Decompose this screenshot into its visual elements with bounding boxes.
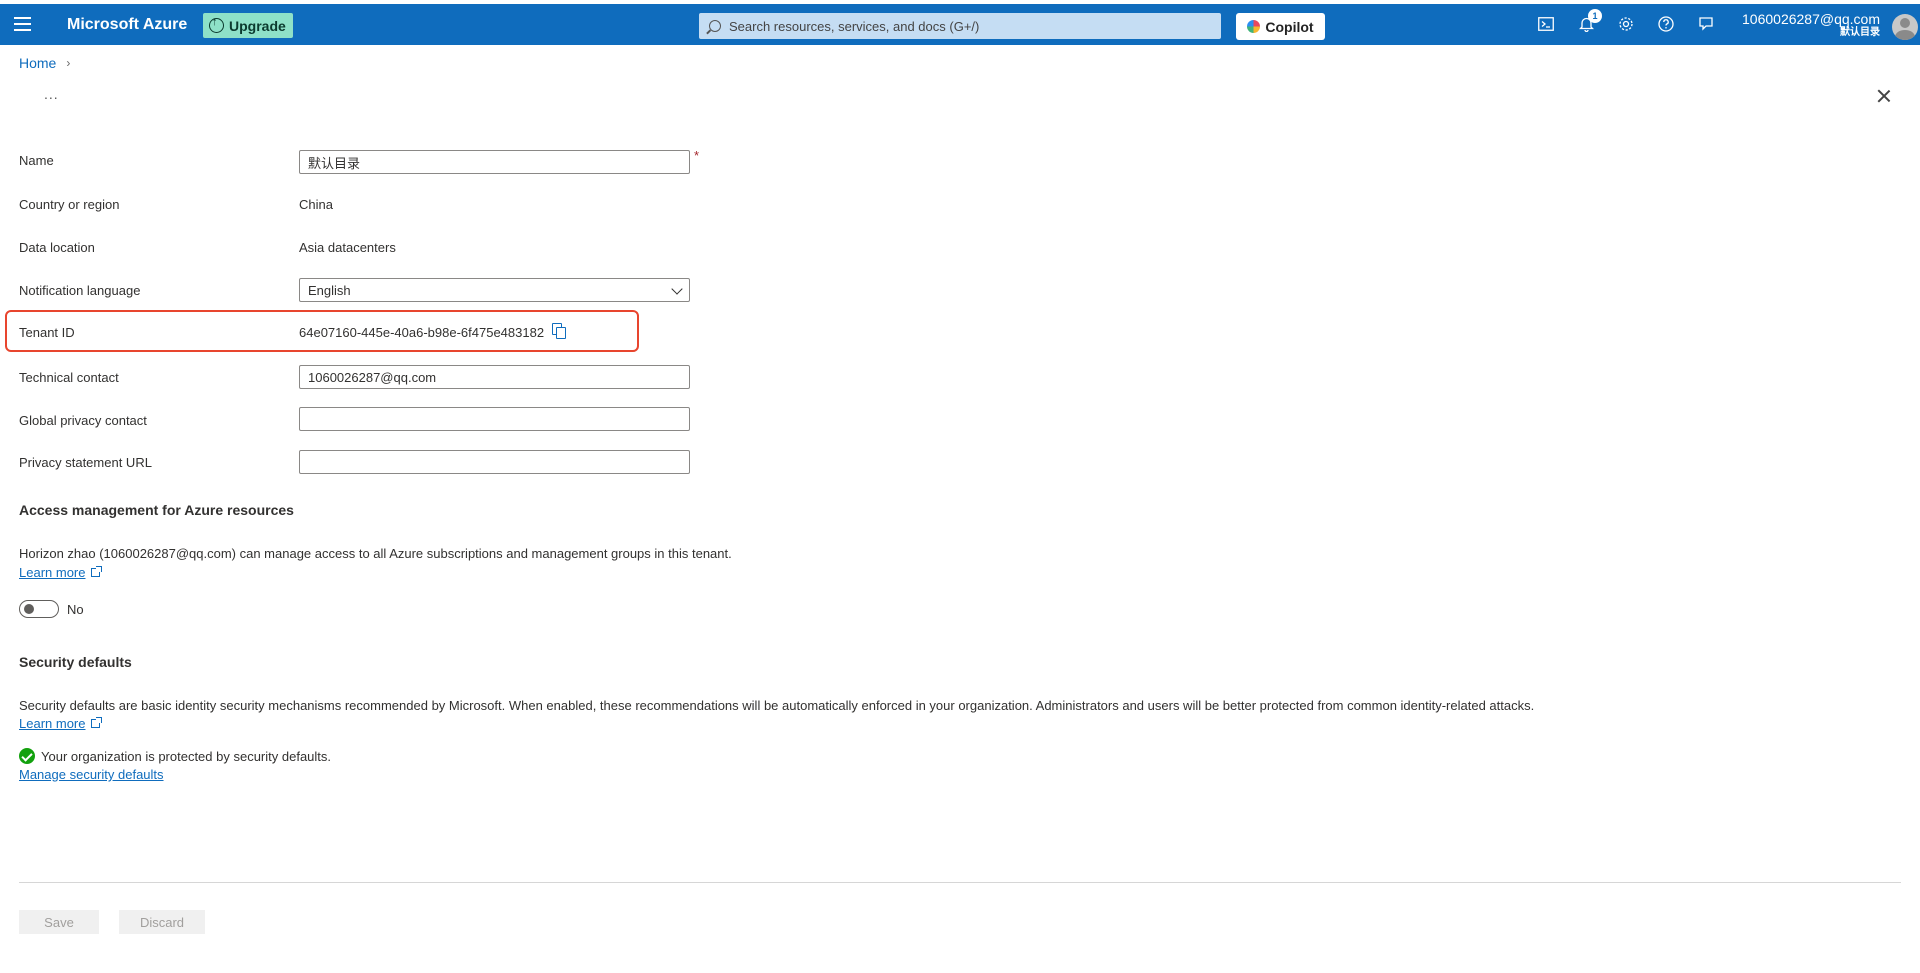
breadcrumb-home-link[interactable]: Home	[19, 55, 56, 71]
access-management-toggle[interactable]	[19, 600, 59, 618]
chevron-right-icon: ›	[66, 56, 71, 70]
security-status: Your organization is protected by securi…	[19, 748, 331, 764]
manage-security-defaults-link[interactable]: Manage security defaults	[19, 767, 164, 782]
upgrade-button[interactable]: Upgrade	[203, 13, 293, 38]
global-privacy-contact-field[interactable]	[299, 407, 690, 431]
access-learn-more-link[interactable]: Learn more	[19, 565, 103, 580]
external-link-icon	[91, 566, 103, 577]
name-label: Name	[19, 153, 54, 168]
chevron-down-icon	[671, 283, 683, 295]
upgrade-arrow-icon	[209, 16, 224, 33]
cloud-shell-icon[interactable]	[1535, 12, 1557, 36]
notification-count-badge: 1	[1588, 9, 1602, 23]
global-privacy-contact-label: Global privacy contact	[19, 413, 147, 428]
save-button[interactable]: Save	[19, 910, 99, 934]
notification-language-select[interactable]: English	[299, 278, 690, 302]
more-options-button[interactable]: ...	[44, 86, 59, 102]
toggle-knob	[24, 604, 34, 614]
security-defaults-title: Security defaults	[19, 654, 132, 670]
access-learn-more-label: Learn more	[19, 565, 86, 580]
footer-divider	[19, 882, 1901, 883]
copilot-icon	[1247, 20, 1261, 33]
account-tenant: 默认目录	[1840, 27, 1880, 38]
privacy-statement-url-label: Privacy statement URL	[19, 455, 152, 470]
account-info[interactable]: 1060026287@qq.com 默认目录	[1742, 11, 1880, 39]
hamburger-menu-icon[interactable]	[14, 17, 31, 31]
feedback-icon[interactable]	[1695, 12, 1717, 36]
country-label: Country or region	[19, 197, 120, 212]
upgrade-label: Upgrade	[229, 17, 286, 34]
technical-contact-field[interactable]	[299, 365, 690, 389]
tenant-id-value: 64e07160-445e-40a6-b98e-6f475e483182	[299, 325, 545, 340]
data-location-label: Data location	[19, 240, 95, 255]
data-location-value: Asia datacenters	[299, 240, 396, 255]
search-input[interactable]	[729, 18, 1209, 34]
copilot-label: Copilot	[1265, 18, 1314, 35]
access-management-description: Horizon zhao (1060026287@qq.com) can man…	[19, 546, 732, 561]
privacy-statement-url-field[interactable]	[299, 450, 690, 474]
close-icon[interactable]	[1876, 88, 1892, 104]
breadcrumb: Home ›	[19, 55, 70, 71]
access-management-title: Access management for Azure resources	[19, 502, 294, 518]
external-link-icon	[91, 717, 103, 728]
access-toggle-label: No	[67, 602, 84, 617]
top-bar: Microsoft Azure Upgrade Copilot 1 106002…	[0, 4, 1920, 45]
notifications-bell-icon[interactable]: 1	[1575, 9, 1602, 36]
brand-title[interactable]: Microsoft Azure	[67, 16, 187, 34]
success-check-icon	[19, 748, 35, 764]
required-marker: *	[694, 148, 700, 163]
copy-to-clipboard-icon[interactable]	[552, 323, 568, 340]
account-email: 1060026287@qq.com	[1742, 11, 1880, 27]
top-icon-bar: 1	[1535, 9, 1717, 36]
security-defaults-description: Security defaults are basic identity sec…	[19, 698, 1535, 713]
notification-language-value: English	[308, 282, 351, 298]
tenant-id-label: Tenant ID	[19, 325, 75, 340]
help-question-icon[interactable]	[1655, 12, 1677, 36]
security-learn-more-label: Learn more	[19, 716, 86, 731]
country-value: China	[299, 197, 333, 212]
search-icon	[709, 20, 721, 32]
security-learn-more-link[interactable]: Learn more	[19, 716, 103, 731]
discard-button[interactable]: Discard	[119, 910, 205, 934]
notification-language-label: Notification language	[19, 283, 141, 298]
security-status-text: Your organization is protected by securi…	[41, 748, 332, 764]
name-field[interactable]	[299, 150, 690, 174]
global-search[interactable]	[699, 13, 1221, 39]
technical-contact-label: Technical contact	[19, 370, 119, 385]
avatar[interactable]	[1892, 14, 1918, 40]
settings-gear-icon[interactable]	[1615, 12, 1637, 36]
copilot-button[interactable]: Copilot	[1236, 13, 1325, 40]
